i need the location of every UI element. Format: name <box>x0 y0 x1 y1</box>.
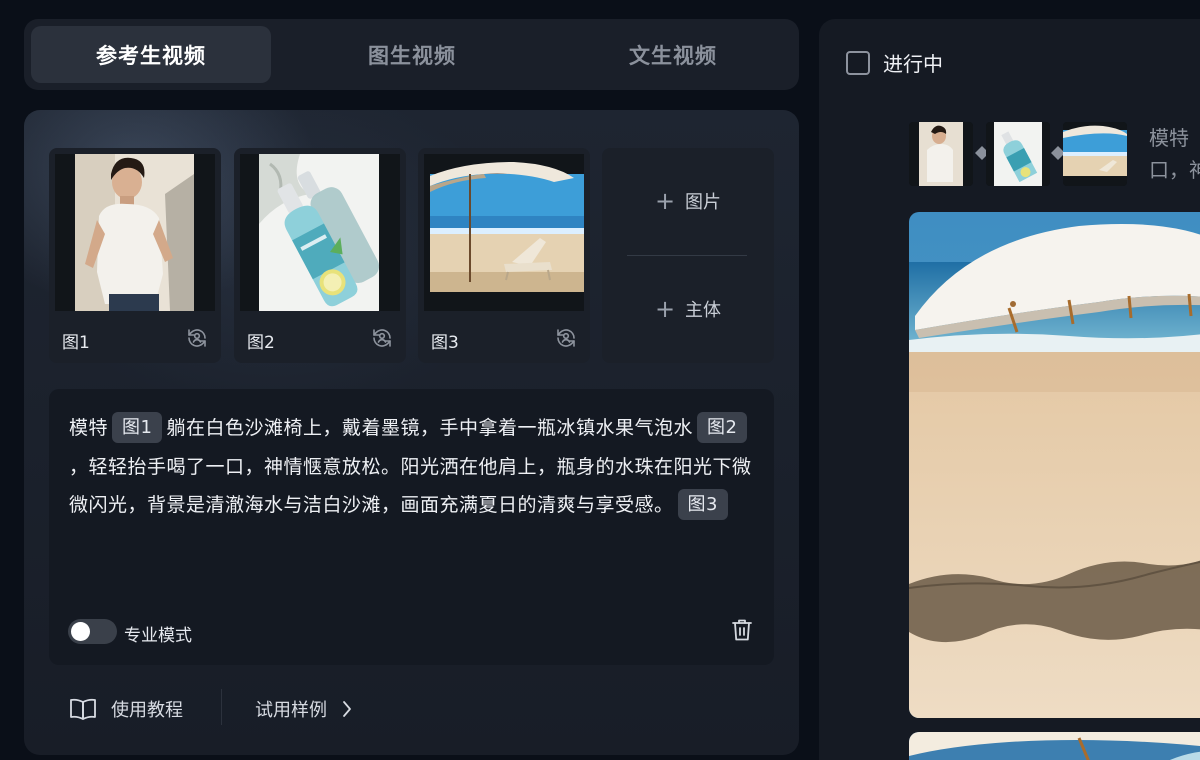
in-progress-checkbox[interactable] <box>846 51 870 75</box>
add-subject-button[interactable]: + 主体 <box>602 256 774 362</box>
reference-image-2 <box>240 154 400 311</box>
add-image-button[interactable]: + 图片 <box>602 148 774 254</box>
pro-mode-label: 专业模式 <box>124 626 192 646</box>
reference-image-1 <box>55 154 215 311</box>
in-progress-label: 进行中 <box>883 52 943 76</box>
mini-reference-2[interactable] <box>986 122 1050 186</box>
reference-caption-2: 图2 <box>247 333 275 353</box>
prompt-text-segment: 躺在白色沙滩椅上，戴着墨镜，手中拿着一瓶冰镇水果气泡水 <box>166 417 693 439</box>
result-video-thumbnail-2[interactable] <box>909 732 1200 760</box>
prompt-text-segment: 模特 <box>69 417 109 439</box>
pro-mode-toggle[interactable] <box>68 619 117 644</box>
tab-text-video[interactable]: 文生视频 <box>553 26 793 83</box>
swap-icon[interactable] <box>185 326 209 350</box>
swap-icon[interactable] <box>370 326 394 350</box>
mini-reference-3[interactable] <box>1063 122 1127 186</box>
toggle-knob <box>71 622 90 641</box>
mode-tabs: 参考生视频 图生视频 文生视频 <box>24 19 799 90</box>
results-panel: 进行中 模特 口，神 <box>819 19 1200 760</box>
reference-chip-1[interactable]: 图1 <box>112 412 163 443</box>
reference-card-2[interactable]: 图2 <box>234 148 406 363</box>
add-subject-label: 主体 <box>685 300 722 321</box>
tab-image-video[interactable]: 图生视频 <box>292 26 532 83</box>
reference-chip-3[interactable]: 图3 <box>677 489 728 520</box>
reference-card-1[interactable]: 图1 <box>49 148 221 363</box>
preview-line-1: 模特 <box>1149 126 1189 150</box>
reference-caption-1: 图1 <box>62 333 90 353</box>
tab-reference-video[interactable]: 参考生视频 <box>31 26 271 83</box>
prompt-box[interactable]: 模特 图1 躺在白色沙滩椅上，戴着墨镜，手中拿着一瓶冰镇水果气泡水 图2 ，轻轻抬手喝了… <box>49 389 774 665</box>
add-image-label: 图片 <box>685 192 722 213</box>
tutorial-link[interactable]: 使用教程 <box>69 694 183 724</box>
try-examples-label: 试用样例 <box>255 700 327 721</box>
reference-chip-2[interactable]: 图2 <box>696 412 748 443</box>
swap-icon[interactable] <box>554 326 578 350</box>
book-icon <box>70 698 96 720</box>
plus-icon: + <box>654 295 676 323</box>
reference-image-3 <box>424 154 584 311</box>
chevron-right-icon <box>343 701 351 717</box>
prompt-text-segment: ，轻轻抬手喝了一口，神情惬意放松。阳光洒在他肩上，瓶身的水珠在阳光下微微闪光，背… <box>69 455 752 517</box>
reference-caption-3: 图3 <box>431 333 459 353</box>
reference-panel: 图1 图2 图3 + 图片 + 主体 模特 图1 躺在白色沙滩椅上，戴着墨镜，手… <box>24 110 799 755</box>
reference-card-3[interactable]: 图3 <box>418 148 590 363</box>
preview-prompt-text: 模特 口，神 <box>1149 122 1200 186</box>
trash-icon[interactable] <box>730 617 754 643</box>
preview-line-2: 口，神 <box>1149 158 1200 182</box>
tutorial-label: 使用教程 <box>111 700 183 721</box>
footer-divider <box>221 689 222 725</box>
add-card: + 图片 + 主体 <box>602 148 774 363</box>
prompt-text[interactable]: 模特 图1 躺在白色沙滩椅上，戴着墨镜，手中拿着一瓶冰镇水果气泡水 图2 ，轻轻抬手喝了… <box>69 409 759 525</box>
mini-reference-1[interactable] <box>909 122 973 186</box>
result-video-thumbnail[interactable] <box>909 212 1200 718</box>
try-examples-link[interactable]: 试用样例 <box>255 694 353 724</box>
plus-icon: + <box>654 187 676 215</box>
